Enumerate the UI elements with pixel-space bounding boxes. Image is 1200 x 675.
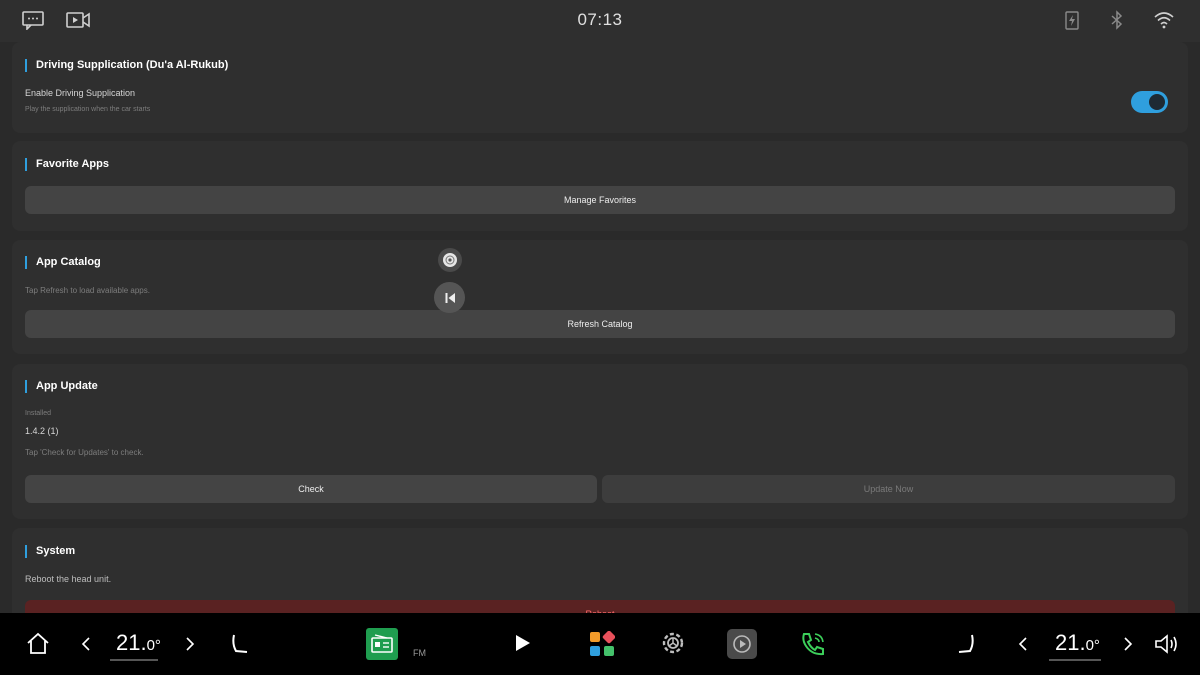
toggle-description: Play the supplication when the car start… [25,106,151,113]
update-hint: Tap 'Check for Updates' to check. [25,448,144,457]
section-title-catalog: App Catalog [25,256,101,269]
driving-supplication-toggle[interactable] [1131,91,1168,113]
settings-content[interactable]: Driving Supplication (Du'a Al-Rukub) Ena… [0,42,1200,613]
section-title-system: System [25,545,75,558]
left-temp-decimal: 0° [146,637,161,654]
settings-gear-icon[interactable] [660,630,686,656]
reboot-button[interactable]: Reboot [25,600,1175,613]
bluetooth-icon [1110,10,1124,30]
skip-previous-icon [444,292,456,304]
check-button[interactable]: Check [25,475,597,503]
left-temp-value: 21. [116,630,147,655]
right-temp-decimal: 0° [1085,637,1100,654]
section-title-update: App Update [25,380,98,393]
right-seat-heat-icon[interactable] [956,632,978,656]
manage-favorites-button[interactable]: Manage Favorites [25,186,1175,214]
left-temp-underline [110,659,158,661]
toggle-label: Enable Driving Supplication [25,88,136,98]
system-card: System Reboot the head unit. Reboot [12,528,1188,613]
radio-band-label: FM [413,648,426,658]
media-player-icon[interactable] [727,629,757,659]
installed-version: 1.4.2 (1) [25,426,59,436]
section-title-driving: Driving Supplication (Du'a Al-Rukub) [25,59,228,72]
installed-label: Installed [25,410,52,417]
app-update-card: App Update Installed 1.4.2 (1) Tap 'Chec… [12,364,1188,519]
update-now-button[interactable]: Update Now [602,475,1175,503]
left-temp-down-icon[interactable] [81,637,91,651]
phone-icon[interactable] [800,631,826,657]
home-icon[interactable] [26,632,50,656]
right-temperature: 21.0° [1055,630,1100,656]
floating-media-disc[interactable] [438,248,462,272]
apps-grid-icon[interactable] [589,631,615,657]
radio-app-icon[interactable] [366,628,398,660]
right-temp-underline [1049,659,1101,661]
catalog-hint: Tap Refresh to load available apps. [25,286,150,295]
bottom-dock: 21.0° FM 21.0° [0,613,1200,675]
favorite-apps-card: Favorite Apps Manage Favorites [12,141,1188,231]
charging-icon [1064,10,1080,30]
right-temp-value: 21. [1055,630,1086,655]
right-temp-down-icon[interactable] [1018,637,1028,651]
refresh-catalog-button[interactable]: Refresh Catalog [25,310,1175,338]
app-catalog-card: App Catalog Tap Refresh to load availabl… [12,240,1188,354]
driving-supplication-card: Driving Supplication (Du'a Al-Rukub) Ena… [12,42,1188,133]
volume-icon[interactable] [1154,633,1180,655]
left-temp-up-icon[interactable] [185,637,195,651]
disc-icon [442,252,458,268]
clock: 07:13 [577,10,623,29]
section-title-favorites: Favorite Apps [25,158,109,171]
play-icon[interactable] [515,634,531,652]
wifi-icon [1154,11,1174,29]
left-temperature: 21.0° [116,630,161,656]
right-temp-up-icon[interactable] [1123,637,1133,651]
status-bar: 07:13 [0,0,1200,42]
toggle-knob [1149,94,1165,110]
floating-previous-button[interactable] [434,282,465,313]
system-hint: Reboot the head unit. [25,574,112,584]
left-seat-heat-icon[interactable] [228,632,250,656]
